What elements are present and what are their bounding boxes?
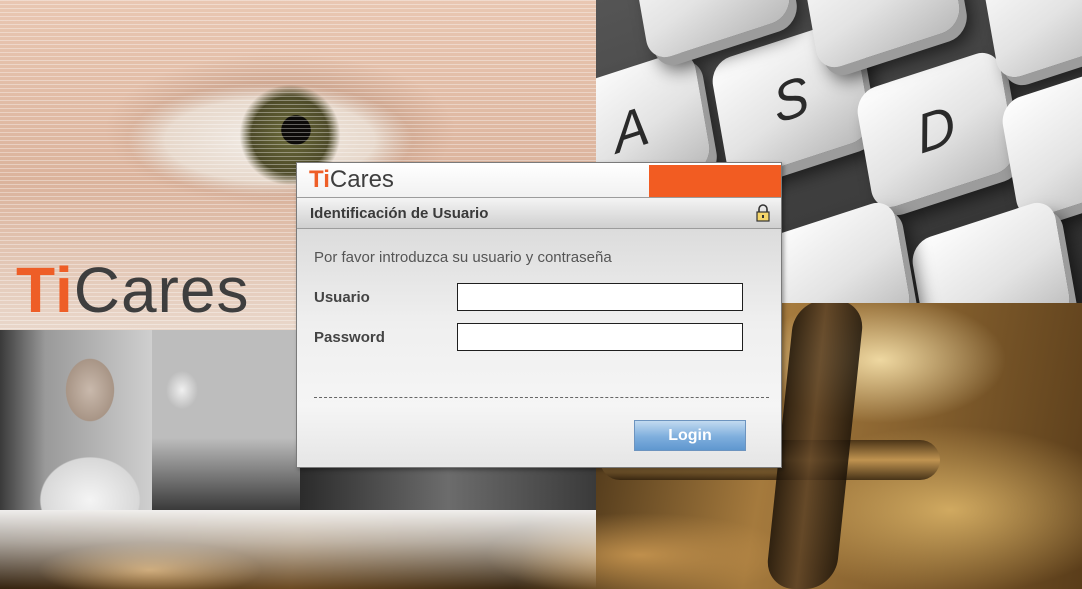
username-label: Usuario (314, 289, 370, 306)
doctor-photo (0, 330, 152, 510)
password-input[interactable] (457, 323, 743, 351)
dialog-logo: TiCares (309, 165, 394, 195)
logo-ti-text: Ti (309, 166, 330, 193)
keyboard-key (799, 0, 963, 73)
username-input[interactable] (457, 283, 743, 311)
login-button[interactable]: Login (634, 420, 746, 451)
logo-ti-text: Ti (16, 254, 74, 326)
background-logo: TiCares (16, 255, 249, 325)
keyboard-key: D (854, 47, 1018, 213)
dialog-titlebar: Identificación de Usuario (297, 197, 781, 229)
dialog-body: Por favor introduzca su usuario y contra… (297, 229, 781, 465)
dashed-separator (314, 397, 769, 398)
login-dialog: TiCares Identificación de Usuario Por fa… (296, 162, 782, 468)
dialog-header: TiCares (297, 163, 781, 197)
lock-icon (756, 204, 770, 222)
office-photo (152, 330, 300, 510)
password-label: Password (314, 329, 385, 346)
dialog-title: Identificación de Usuario (310, 205, 489, 222)
header-accent-bar (649, 165, 781, 197)
logo-cares-text: Cares (73, 254, 250, 326)
login-prompt: Por favor introduzca su usuario y contra… (314, 249, 612, 266)
logo-cares-text: Cares (329, 166, 394, 193)
keyboard-key (909, 197, 1073, 303)
keyboard-key (999, 57, 1082, 223)
